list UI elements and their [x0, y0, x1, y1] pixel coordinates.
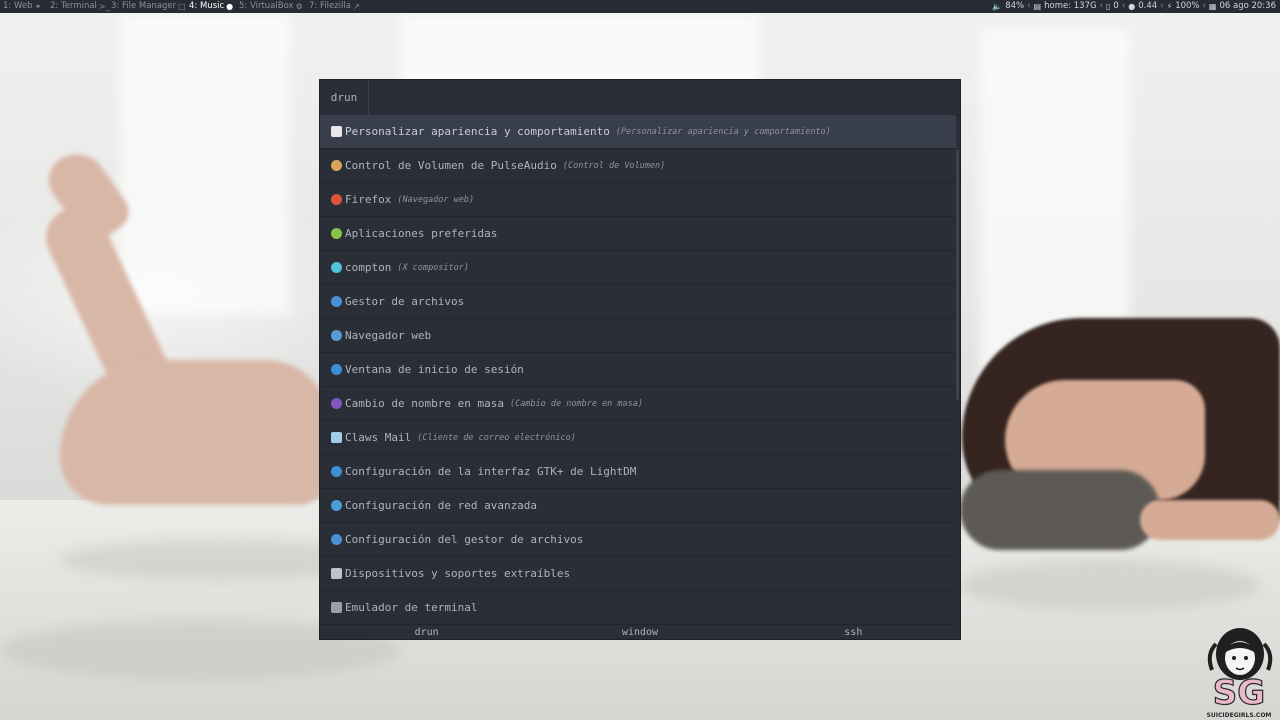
preferred-apps-icon: [331, 228, 342, 239]
rofi-entry[interactable]: Configuración de la interfaz GTK+ de Lig…: [320, 455, 956, 489]
rofi-entry[interactable]: Navegador web: [320, 319, 956, 353]
disk-usage: home: 137G: [1044, 1, 1097, 11]
workspace-file-manager[interactable]: 3: File Manager □: [111, 0, 186, 13]
rofi-prompt: drun: [320, 80, 369, 115]
rofi-entry[interactable]: Gestor de archivos: [320, 285, 956, 319]
rofi-entry[interactable]: Personalizar apariencia y comportamiento…: [320, 115, 956, 149]
battery-charging-icon: ⚡: [1166, 2, 1173, 11]
workspace-virtualbox[interactable]: 5: VirtualBox ⚙: [239, 0, 303, 13]
scrollbar[interactable]: [956, 150, 959, 400]
login-window-icon: [331, 364, 342, 375]
entry-description: (Navegador web): [397, 194, 475, 205]
rofi-entry[interactable]: Emulador de terminal: [320, 591, 956, 625]
rofi-entry[interactable]: Configuración del gestor de archivos: [320, 523, 956, 557]
removable-drive-icon: [331, 568, 342, 579]
entry-description: (Cliente de correo electrónico): [417, 432, 576, 443]
disk-icon: ▤: [1033, 2, 1042, 11]
battery-level: 100%: [1175, 1, 1200, 11]
rofi-entry[interactable]: Cambio de nombre en masa (Cambio de nombr…: [320, 387, 956, 421]
file-manager-icon: [331, 296, 342, 307]
rofi-entry[interactable]: Control de Volumen de PulseAudio (Control…: [320, 149, 956, 183]
mail-icon: [331, 432, 342, 443]
rofi-entry-list: Personalizar apariencia y comportamiento…: [320, 115, 956, 626]
suicidegirls-logo: SG SUICIDEGIRLS.COM: [1207, 628, 1273, 719]
trash-icon: ▯: [1106, 2, 1111, 11]
entry-description: (Control de Volumen): [562, 160, 666, 171]
calendar-icon: ▦: [1208, 2, 1217, 11]
entry-name: Configuración del gestor de archivos: [345, 533, 584, 546]
rofi-entry[interactable]: Dispositivos y soportes extraíbles: [320, 557, 956, 591]
workspace-filezilla[interactable]: 7: Filezilla ↗: [309, 0, 360, 13]
terminal-icon: [331, 602, 342, 613]
bulk-rename-icon: [331, 398, 342, 409]
network-icon: [331, 500, 342, 511]
status-area: 🔈 84% ‹ ▤ home: 137G ‹ ▯ 0 ‹ ● 0.44 ‹ ⚡ …: [992, 1, 1276, 11]
entry-name: Dispositivos y soportes extraíbles: [345, 567, 571, 580]
mode-drun[interactable]: drun: [320, 626, 533, 639]
entry-name: Aplicaciones preferidas: [345, 227, 498, 240]
entry-name: Emulador de terminal: [345, 601, 478, 614]
rofi-input-bar[interactable]: drun: [320, 80, 960, 116]
lightdm-icon: [331, 466, 342, 477]
entry-name: Configuración de red avanzada: [345, 499, 538, 512]
entry-name: Claws Mail: [345, 431, 412, 444]
entry-name: Personalizar apariencia y comportamiento: [345, 125, 610, 138]
date-time: 06 ago 20:36: [1219, 1, 1276, 11]
rofi-entry[interactable]: Firefox (Navegador web): [320, 183, 956, 217]
entry-description: (X compositor): [397, 262, 470, 273]
entry-name: Configuración de la interfaz GTK+ de Lig…: [345, 465, 637, 478]
sg-logo-subtext: SUICIDEGIRLS.COM: [1207, 712, 1272, 719]
terminal-icon: >_: [98, 2, 110, 11]
music-icon: ●: [226, 2, 234, 11]
entry-description: (Cambio de nombre en masa): [509, 398, 644, 409]
external-link-icon: ↗: [352, 2, 360, 11]
rofi-launcher: drun Personalizar apariencia y comportam…: [320, 80, 960, 639]
rofi-entry[interactable]: Claws Mail (Cliente de correo electrónico…: [320, 421, 956, 455]
firefox-icon: [331, 194, 342, 205]
cpu-load: 0.44: [1138, 1, 1158, 11]
volume-level: 84%: [1005, 1, 1025, 11]
rofi-mode-switcher: drun window ssh: [320, 626, 960, 639]
rofi-entry[interactable]: compton (X compositor): [320, 251, 956, 285]
file-manager-settings-icon: [331, 534, 342, 545]
entry-name: compton: [345, 261, 392, 274]
web-browser-icon: [331, 330, 342, 341]
mode-ssh[interactable]: ssh: [747, 626, 960, 639]
entry-description: (Personalizar apariencia y comportamient…: [615, 126, 831, 137]
entry-name: Navegador web: [345, 329, 432, 342]
workspace-music[interactable]: 4: Music ●: [189, 0, 233, 13]
entry-name: Ventana de inicio de sesión: [345, 363, 524, 376]
compton-gear-icon: [331, 262, 342, 273]
firefox-icon: ⚭: [34, 2, 42, 11]
sg-logo-text: SG: [1213, 673, 1265, 713]
pulseaudio-icon: [331, 160, 342, 171]
volume-icon: 🔈: [992, 2, 1003, 11]
cogs-icon: ⚙: [295, 2, 303, 11]
appearance-icon: [331, 126, 342, 137]
load-gauge-icon: ●: [1128, 2, 1136, 11]
folder-icon: □: [178, 2, 186, 11]
mode-window[interactable]: window: [533, 626, 746, 639]
rofi-entry[interactable]: Aplicaciones preferidas: [320, 217, 956, 251]
rofi-entry[interactable]: Configuración de red avanzada: [320, 489, 956, 523]
top-status-bar: 1: Web ⚭ 2: Terminal >_ 3: File Manager …: [0, 0, 1280, 13]
entry-name: Firefox: [345, 193, 392, 206]
workspace-web[interactable]: 1: Web ⚭: [3, 0, 41, 13]
entry-name: Gestor de archivos: [345, 295, 465, 308]
rofi-entry[interactable]: Ventana de inicio de sesión: [320, 353, 956, 387]
entry-name: Cambio de nombre en masa: [345, 397, 504, 410]
entry-name: Control de Volumen de PulseAudio: [345, 159, 557, 172]
trash-count: 0: [1113, 1, 1119, 11]
workspace-terminal[interactable]: 2: Terminal >_: [50, 0, 110, 13]
